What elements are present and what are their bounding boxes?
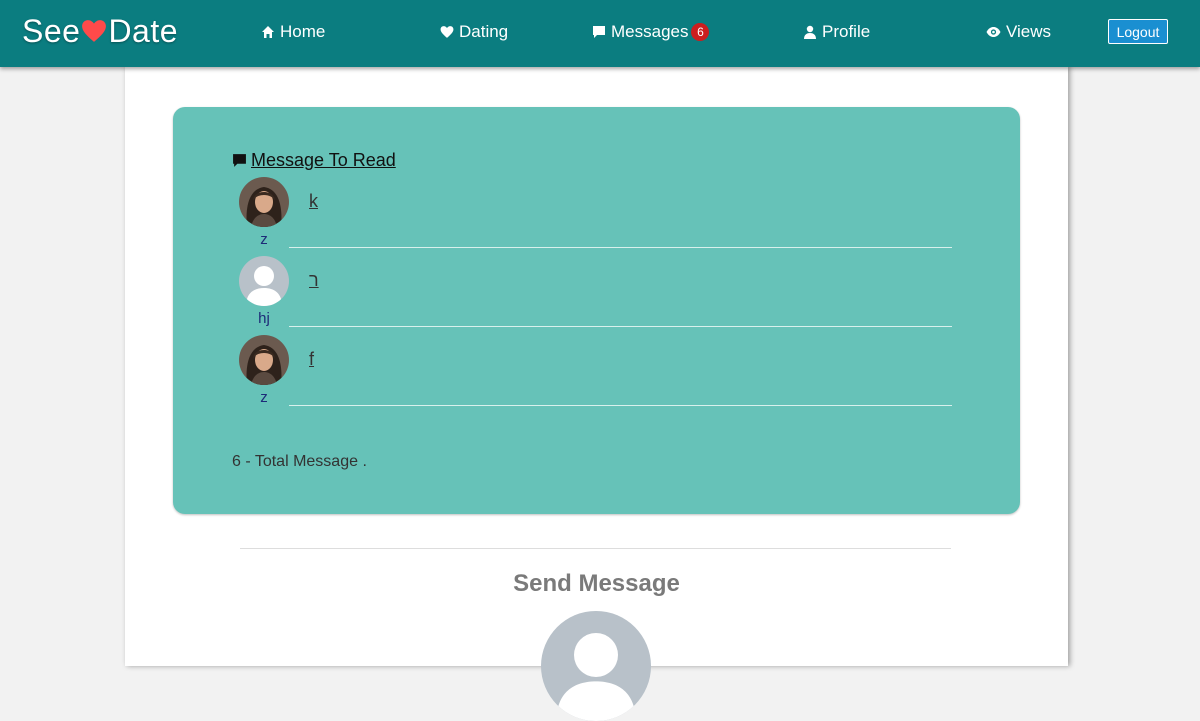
nav-dating-label: Dating	[459, 22, 509, 41]
heart-icon	[440, 26, 454, 38]
message-preview-link[interactable]: k	[309, 191, 318, 212]
sender-avatar[interactable]	[239, 177, 289, 227]
comment-icon	[593, 26, 605, 38]
message-row[interactable]: z f	[239, 335, 954, 415]
nav-home-label: Home	[280, 22, 326, 41]
nav-home[interactable]: Home	[261, 20, 325, 44]
nav-profile-label: Profile	[822, 22, 871, 41]
eye-icon	[986, 27, 1001, 37]
unread-messages-card: Message To Read z k hj ר z f 6 - Total M…	[173, 107, 1020, 514]
row-divider	[289, 247, 952, 248]
female-photo-avatar-icon	[239, 335, 289, 385]
message-preview-link[interactable]: ר	[309, 270, 319, 291]
nav-messages-label: Messages	[611, 22, 689, 41]
send-message-heading: Send Message	[513, 570, 680, 597]
message-row[interactable]: hj ר	[239, 256, 954, 336]
female-photo-avatar-icon	[239, 177, 289, 227]
brand-text-date: Date	[108, 12, 179, 49]
inbox-title-text: Message To Read	[251, 150, 396, 170]
sender-name-link[interactable]: z	[239, 231, 289, 248]
section-divider	[240, 548, 951, 549]
user-icon	[804, 25, 816, 39]
nav-messages[interactable]: Messages 6	[592, 20, 710, 44]
message-row[interactable]: z k	[239, 177, 954, 257]
nav-views-label: Views	[1006, 22, 1052, 41]
sender-name-link[interactable]: hj	[239, 310, 289, 327]
nav-profile[interactable]: Profile	[803, 20, 870, 44]
comment-icon	[233, 154, 246, 167]
brand-logo[interactable]: See Date	[22, 11, 178, 51]
sender-name-link[interactable]: z	[239, 389, 289, 406]
nav-dating[interactable]: Dating	[440, 20, 508, 44]
messages-count-badge: 6	[691, 23, 710, 41]
logout-button[interactable]: Logout	[1108, 19, 1168, 44]
main-content-panel: Message To Read z k hj ר z f 6 - Total M…	[125, 66, 1068, 721]
message-preview-link[interactable]: f	[309, 349, 314, 370]
nav-views[interactable]: Views	[986, 20, 1051, 44]
row-divider	[289, 326, 952, 327]
top-navbar: See Date Home Dating Messages 6 Profile	[0, 0, 1200, 67]
messages-to-read-link[interactable]: Message To Read	[232, 150, 396, 171]
brand-text-see: See	[22, 12, 81, 49]
recipient-avatar[interactable]	[541, 611, 651, 721]
default-user-silhouette-icon	[541, 611, 651, 721]
total-message-count: 6 - Total Message .	[232, 453, 367, 470]
heart-logo-icon	[82, 20, 107, 42]
default-user-silhouette-icon	[239, 256, 289, 306]
row-divider	[289, 405, 952, 406]
sender-avatar[interactable]	[239, 256, 289, 306]
home-icon	[262, 26, 274, 38]
sender-avatar[interactable]	[239, 335, 289, 385]
